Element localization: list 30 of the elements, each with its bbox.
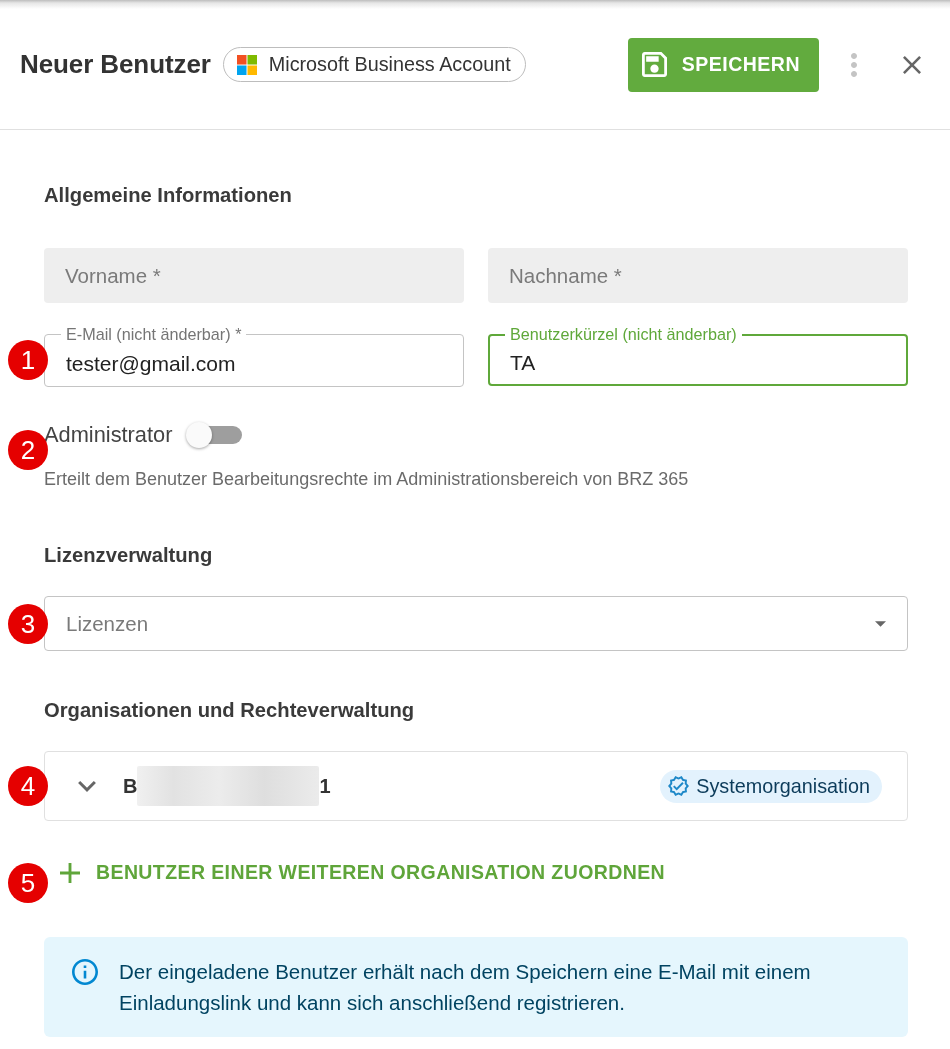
number-marker: 1: [8, 340, 48, 380]
plus-icon: [60, 862, 80, 883]
info-icon: [72, 959, 98, 985]
text-field[interactable]: E-Mail (nicht änderbar) * tester@gmail.com: [44, 326, 464, 387]
section-heading: Organisationen und Rechteverwaltung: [44, 698, 416, 722]
section-heading: Allgemeine Informationen: [44, 183, 293, 207]
close-icon: [903, 55, 921, 74]
administrator-description: Erteilt dem Benutzer Bearbeitungsrechte im Administrationsbereich von BRZ 365: [44, 469, 690, 489]
organization-name-start: B: [123, 774, 138, 798]
badge-label: Systemorganisation: [696, 774, 870, 798]
info-text: Der eingeladene Benutzer erhält nach dem Speichern eine E-Mail mit einem Einladungslink und kann sich anschließend registrieren.: [119, 959, 812, 1016]
more-vertical-icon: [851, 52, 857, 77]
number-marker: 4: [8, 766, 48, 806]
save-button[interactable]: SPEICHERN: [627, 37, 819, 92]
number-marker: 5: [8, 863, 48, 903]
organization-name-end: 1: [319, 774, 331, 798]
account-type-label: Microsoft Business Account: [268, 53, 511, 76]
add-organization-button[interactable]: BENUTZER EINER WEITEREN ORGANISATION ZUORDNEN: [54, 854, 672, 891]
text-field[interactable]: Benutzerkürzel (nicht änderbar) TA: [488, 326, 908, 386]
chevron-down-icon: [78, 780, 96, 792]
number-marker: 3: [8, 603, 48, 644]
dialog-title: Neuer Benutzer: [20, 49, 211, 80]
caret-down-icon: [875, 620, 886, 627]
four-squares-logo-icon: [236, 54, 257, 75]
text-field[interactable]: Vorname *: [44, 248, 464, 303]
verified-seal-icon: [668, 776, 690, 796]
text-field[interactable]: Nachname *: [488, 248, 908, 303]
licenses-select[interactable]: Lizenzen: [44, 596, 908, 651]
section-heading: Lizenzverwaltung: [44, 543, 214, 567]
administrator-toggle[interactable]: [186, 422, 243, 448]
